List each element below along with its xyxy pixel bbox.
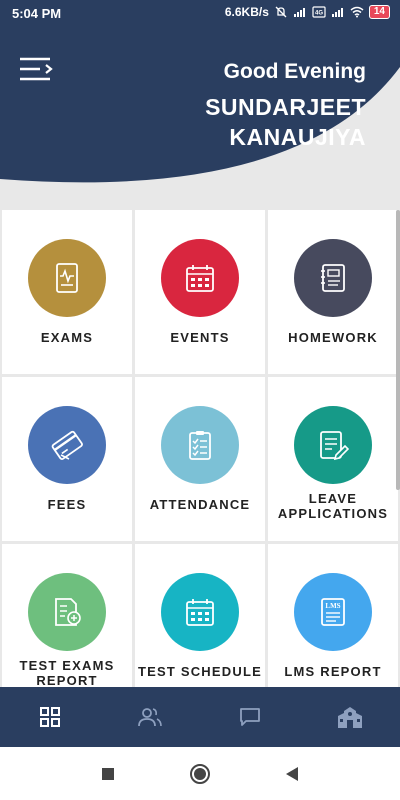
tile-exams[interactable]: EXAMS xyxy=(2,210,132,374)
nav-dashboard[interactable] xyxy=(20,692,80,742)
chat-icon xyxy=(240,708,260,726)
tile-label: FEES xyxy=(47,497,87,512)
people-icon xyxy=(138,708,162,727)
tile-fees[interactable]: FEES xyxy=(2,377,132,541)
back-icon xyxy=(286,766,298,781)
checklist-icon xyxy=(161,406,239,484)
calendar-icon xyxy=(161,239,239,317)
grid-icon xyxy=(40,707,60,727)
status-icons: 6.6KB/s 4G 14 xyxy=(225,5,390,19)
recents-icon xyxy=(102,767,114,780)
tile-homework[interactable]: HOMEWORK xyxy=(268,210,398,374)
tile-label: EXAMS xyxy=(40,330,94,345)
edit-document-icon xyxy=(294,406,372,484)
signal-icon xyxy=(331,8,343,17)
tile-test-schedule[interactable]: TEST SCHEDULE xyxy=(135,544,265,708)
svg-text:4G: 4G xyxy=(315,11,323,17)
test-report-icon xyxy=(28,573,106,651)
system-navigation xyxy=(0,747,400,800)
lms-report-icon: LMS xyxy=(294,573,372,651)
tile-test-exams-report[interactable]: TEST EXAMS REPORT xyxy=(2,544,132,708)
wifi-icon xyxy=(350,6,364,18)
home-button[interactable] xyxy=(185,759,215,789)
menu-icon xyxy=(20,57,53,81)
signal-icon xyxy=(293,8,305,17)
user-name: SUNDARJEET KANAUJIYA xyxy=(205,94,366,150)
calendar-icon xyxy=(161,573,239,651)
dashboard-grid: EXAMS EVENTS HOMEWORK FEES ATTENDANCE LE… xyxy=(2,210,398,708)
nav-school[interactable] xyxy=(320,692,380,742)
recents-button[interactable] xyxy=(93,759,123,789)
mute-icon xyxy=(275,6,287,18)
greeting-text: Good Evening xyxy=(223,60,366,83)
app-screen: 5:04 PM 6.6KB/s 4G 14 Good Evening SUNDA… xyxy=(0,0,400,800)
nav-people[interactable] xyxy=(120,692,180,742)
battery-icon: 14 xyxy=(368,5,390,19)
back-button[interactable] xyxy=(277,759,307,789)
school-icon xyxy=(338,707,362,728)
tile-label: TEST EXAMS REPORT xyxy=(19,658,115,688)
scrollbar[interactable] xyxy=(396,210,400,490)
status-bar: 5:04 PM 6.6KB/s 4G 14 xyxy=(0,0,400,27)
tile-label: ATTENDANCE xyxy=(149,497,251,512)
tile-label: LEAVE APPLICATIONS xyxy=(277,491,389,521)
tile-events[interactable]: EVENTS xyxy=(135,210,265,374)
tile-label: EVENTS xyxy=(170,330,230,345)
notebook-icon xyxy=(294,239,372,317)
volte-icon: 4G xyxy=(312,6,326,18)
tile-label: LMS REPORT xyxy=(284,664,382,679)
status-time: 5:04 PM xyxy=(12,6,62,21)
tile-lms-report[interactable]: LMS LMS REPORT xyxy=(268,544,398,708)
exam-report-icon xyxy=(28,239,106,317)
tile-label: TEST SCHEDULE xyxy=(138,664,262,679)
menu-button[interactable] xyxy=(18,55,54,85)
home-icon xyxy=(190,763,210,784)
nav-chat[interactable] xyxy=(220,692,280,742)
bottom-navigation xyxy=(0,687,400,747)
card-icon xyxy=(28,406,106,484)
network-speed: 6.6KB/s xyxy=(224,5,269,19)
tile-leave-applications[interactable]: LEAVE APPLICATIONS xyxy=(268,377,398,541)
tile-attendance[interactable]: ATTENDANCE xyxy=(135,377,265,541)
tile-label: HOMEWORK xyxy=(288,330,378,345)
svg-text:LMS: LMS xyxy=(325,602,340,610)
